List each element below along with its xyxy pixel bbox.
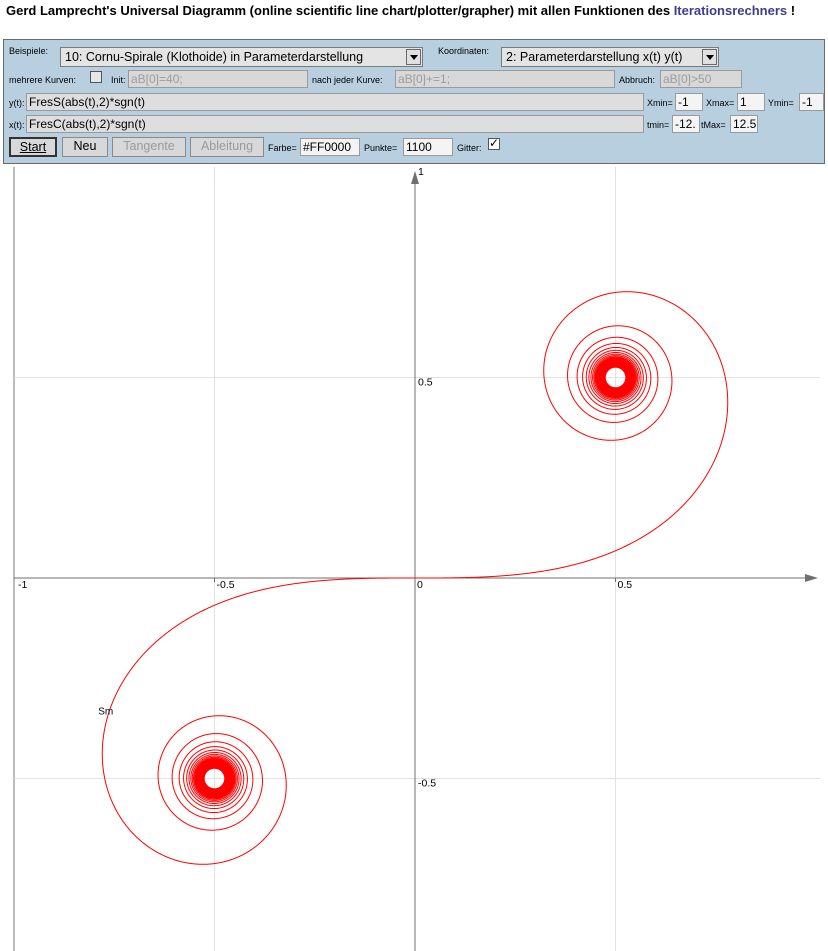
abbruch-field[interactable]: aB[0]>50: [660, 70, 742, 88]
control-panel: Beispiele: 10: Cornu-Spirale (Klothoide)…: [3, 39, 825, 164]
koordinaten-select[interactable]: 2: Parameterdarstellung x(t) y(t): [501, 47, 719, 67]
x-function-field[interactable]: FresC(abs(t),2)*sgn(t): [26, 115, 644, 133]
plot-area: -1 -0.5 0 0.5 1 0.5 -0.5 Sm: [8, 167, 820, 951]
start-button-label: Start: [19, 140, 47, 154]
mehrere-kurven-label: mehrere Kurven:: [9, 75, 77, 85]
iterationsrechner-link[interactable]: Iterationsrechners: [674, 3, 787, 18]
abbruch-label: Abbruch:: [619, 75, 656, 85]
sm-annotation: Sm: [98, 706, 113, 717]
neu-button[interactable]: Neu: [62, 137, 108, 157]
y-function-label: y(t):: [9, 98, 25, 108]
farbe-field[interactable]: #FF0000: [300, 138, 360, 156]
koordinaten-value: 2: Parameterdarstellung x(t) y(t): [506, 50, 683, 64]
koordinaten-label: Koordinaten:: [438, 46, 490, 56]
start-button[interactable]: Start: [9, 137, 57, 157]
y-tick-label: 0.5: [418, 377, 433, 389]
init-label: Init:: [111, 75, 126, 85]
page-title: Gerd Lamprecht's Universal Diagramm (onl…: [6, 3, 795, 18]
gitter-label: Gitter:: [457, 143, 482, 153]
gitter-checkbox[interactable]: [488, 136, 500, 150]
page-title-end: !: [787, 3, 796, 18]
xmax-field[interactable]: 1: [737, 93, 765, 111]
xmax-label: Xmax=: [706, 98, 735, 108]
x-tick-label: -1: [18, 579, 27, 591]
chevron-down-icon: [406, 49, 421, 65]
beispiele-select[interactable]: 10: Cornu-Spirale (Klothoide) in Paramet…: [60, 47, 423, 67]
page-title-text: Gerd Lamprecht's Universal Diagramm (onl…: [6, 3, 674, 18]
nach-jeder-kurve-label: nach jeder Kurve:: [312, 75, 383, 85]
plot-background: [8, 167, 820, 951]
x-tick-label: 0: [417, 579, 423, 591]
tangente-button[interactable]: Tangente: [112, 137, 186, 157]
beispiele-value: 10: Cornu-Spirale (Klothoide) in Paramet…: [65, 50, 364, 64]
x-tick-label: 0.5: [618, 579, 633, 591]
ableitung-button[interactable]: Ableitung: [190, 137, 264, 157]
y-function-field[interactable]: FresS(abs(t),2)*sgn(t): [26, 93, 644, 111]
tmax-label: tMax=: [701, 120, 726, 130]
ymin-field[interactable]: -1: [799, 93, 824, 111]
nach-jeder-kurve-field[interactable]: aB[0]+=1;: [395, 70, 615, 88]
tmin-field[interactable]: -12.: [672, 115, 700, 133]
farbe-label: Farbe=: [268, 143, 297, 153]
tmax-field[interactable]: 12.5: [730, 115, 758, 133]
x-tick-label: -0.5: [217, 579, 235, 591]
chevron-down-icon: [702, 49, 717, 65]
init-field[interactable]: aB[0]=40;: [128, 70, 308, 88]
y-tick-label: -0.5: [418, 778, 436, 790]
y-tick-label: 1: [418, 167, 424, 178]
ymin-label: Ymin=: [768, 98, 794, 108]
punkte-label: Punkte=: [364, 143, 398, 153]
x-function-label: x(t):: [9, 120, 25, 130]
mehrere-kurven-checkbox[interactable]: [90, 71, 102, 83]
xmin-field[interactable]: -1: [675, 93, 703, 111]
tmin-label: tmin=: [647, 120, 670, 130]
punkte-field[interactable]: 1100: [403, 138, 453, 156]
beispiele-label: Beispiele:: [9, 46, 49, 56]
xmin-label: Xmin=: [647, 98, 673, 108]
